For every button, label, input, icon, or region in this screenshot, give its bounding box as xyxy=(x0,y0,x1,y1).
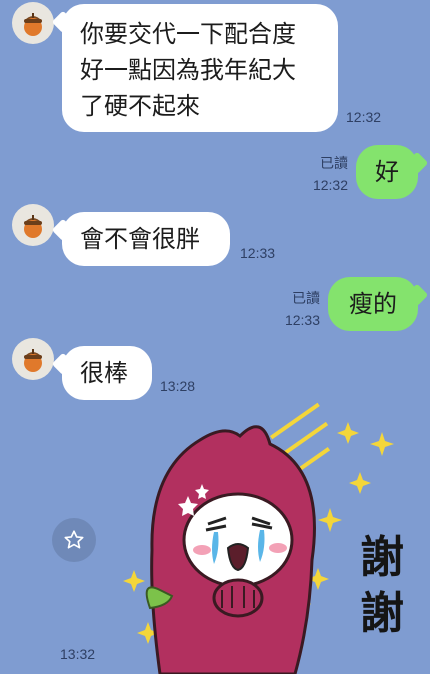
message-text: 你要交代一下配合度 好一點因為我年紀大 了硬不起來 xyxy=(80,20,296,120)
sticker-share-button[interactable] xyxy=(52,518,96,562)
message-text: 會不會很胖 xyxy=(80,225,200,253)
message-text: 很棒 xyxy=(80,359,128,387)
sticker-character-face xyxy=(182,492,294,588)
message-time: 13:28 xyxy=(160,378,196,394)
crying-thanks-sticker[interactable]: 謝 謝 xyxy=(120,400,430,674)
message-time: 12:33 xyxy=(284,312,320,328)
read-receipt: 已讀 xyxy=(292,290,320,306)
message-bubble-incoming[interactable]: 會不會很胖 xyxy=(62,212,230,266)
message-bubble-outgoing[interactable]: 瘦的 xyxy=(328,277,418,331)
read-receipt: 已讀 xyxy=(320,155,348,171)
sticker-text: 謝 xyxy=(360,588,404,639)
acorn-icon xyxy=(24,349,42,372)
message-time: 12:32 xyxy=(312,177,348,193)
star-outline-icon xyxy=(64,530,84,549)
message-time: 12:33 xyxy=(240,245,276,261)
contact-avatar[interactable] xyxy=(12,338,54,380)
acorn-icon xyxy=(24,13,42,36)
message-bubble-incoming[interactable]: 很棒 xyxy=(62,346,152,400)
message-time: 13:32 xyxy=(60,646,96,662)
sticker-text: 謝 xyxy=(360,532,404,583)
message-time: 12:32 xyxy=(346,109,382,125)
contact-avatar[interactable] xyxy=(12,204,54,246)
contact-avatar[interactable] xyxy=(12,2,54,44)
message-bubble-outgoing[interactable]: 好 xyxy=(356,145,418,199)
acorn-icon xyxy=(24,215,42,238)
message-text: 瘦的 xyxy=(349,290,397,318)
message-bubble-incoming[interactable]: 你要交代一下配合度 好一點因為我年紀大 了硬不起來 xyxy=(62,4,338,132)
message-text: 好 xyxy=(375,158,399,186)
